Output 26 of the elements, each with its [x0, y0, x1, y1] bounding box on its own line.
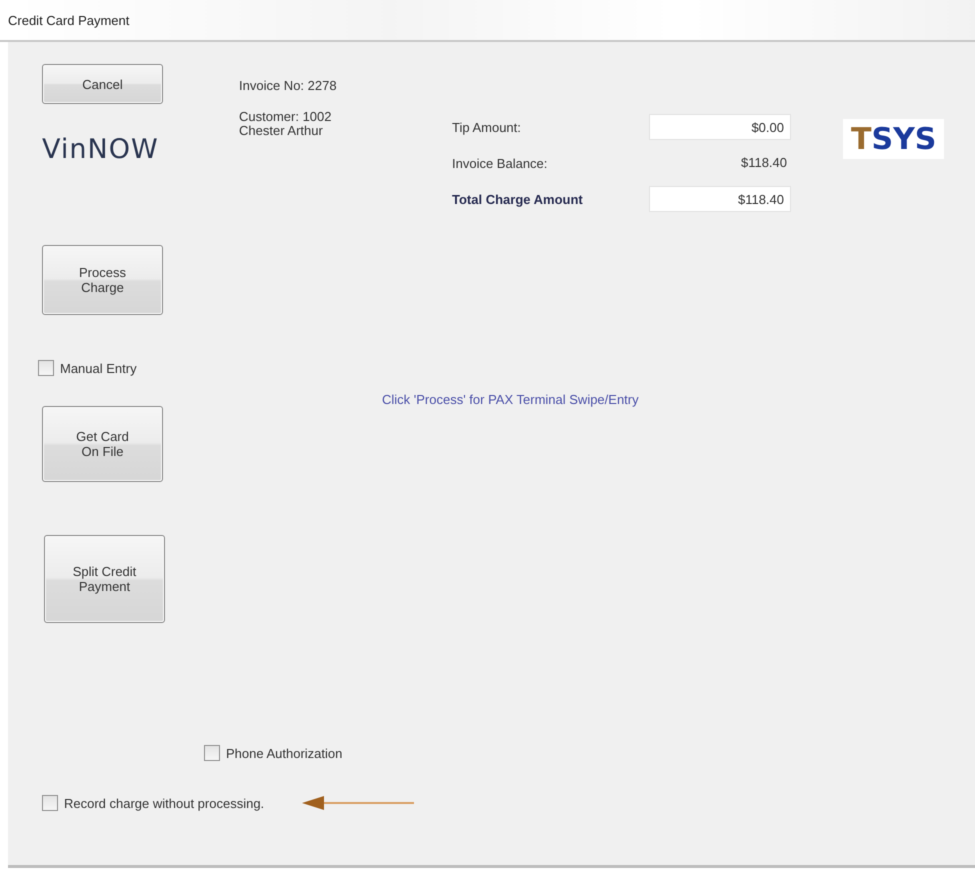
checkbox-row[interactable]: Phone Authorization	[204, 745, 975, 761]
processor-logo: TSYS	[843, 119, 944, 159]
brand-logo: VinNOW	[42, 133, 159, 167]
amount-label: Tip Amount:	[452, 120, 522, 134]
instruction-text: Click 'Process' for PAX Terminal Swipe/Entry	[382, 392, 639, 407]
checkbox[interactable]	[204, 745, 220, 761]
checkbox-row[interactable]: Record charge without processing.	[42, 795, 264, 811]
checkbox-label: Phone Authorization	[226, 746, 342, 760]
action-button[interactable]: Split Credit Payment	[44, 535, 165, 623]
amount-field[interactable]: $0.00	[649, 114, 791, 140]
checkbox-label: Record charge without processing.	[64, 796, 264, 810]
action-button[interactable]: Get Card On File	[42, 406, 163, 482]
checkbox[interactable]	[38, 360, 54, 376]
window-title: Credit Card Payment	[8, 12, 130, 28]
customer-info: Customer: 1002 Chester Arthur	[239, 110, 332, 138]
amount-field[interactable]: $118.40	[649, 186, 791, 212]
checkbox[interactable]	[42, 795, 58, 811]
checkbox-row[interactable]: Manual Entry	[38, 360, 137, 376]
arrow-icon	[302, 796, 414, 810]
amount-label: Total Charge Amount	[452, 192, 584, 206]
amount-value: $118.40	[740, 154, 788, 172]
amount-label: Invoice Balance:	[452, 156, 548, 170]
invoice-number: Invoice No: 2278	[239, 79, 338, 93]
action-button[interactable]: Cancel	[42, 64, 163, 104]
action-button[interactable]: Process Charge	[42, 245, 163, 315]
checkbox-label: Manual Entry	[60, 360, 137, 376]
